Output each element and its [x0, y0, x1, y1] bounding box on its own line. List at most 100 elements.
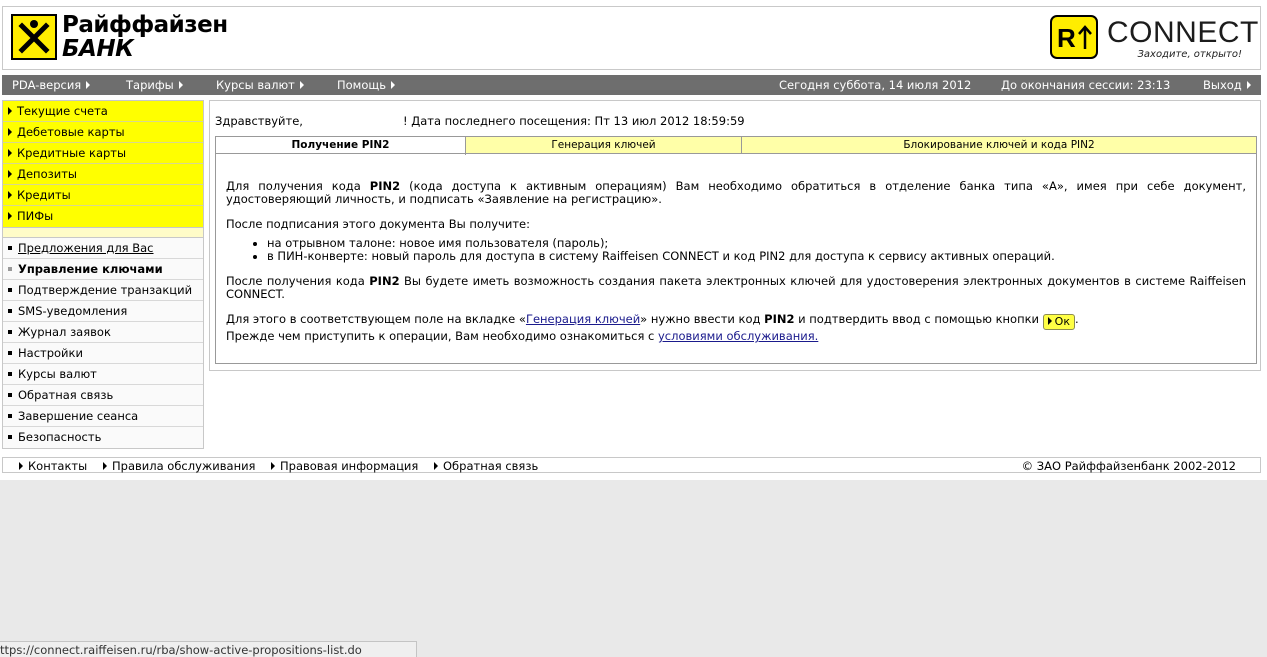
footer-link-contacts[interactable]: Контакты: [19, 459, 87, 473]
sidebar-item-label: Безопасность: [18, 430, 102, 444]
text-run: .: [1074, 312, 1079, 326]
header: Райффайзен БАНК R CONNECT Заходите, откр…: [2, 6, 1261, 70]
logout-link[interactable]: Выход: [1203, 78, 1251, 92]
sidebar-item-current-accounts[interactable]: Текущие счета: [3, 101, 203, 122]
arrow-right-icon: [1246, 81, 1251, 89]
sidebar-item-feedback[interactable]: Обратная связь: [3, 385, 203, 406]
sidebar-item-label: Дебетовые карты: [17, 125, 125, 139]
sidebar-item-label: Кредитные карты: [17, 146, 127, 160]
sidebar-item-sms-notifications[interactable]: SMS-уведомления: [3, 301, 203, 322]
raiffeisen-logo-icon[interactable]: [11, 14, 57, 60]
sidebar-item-label: Завершение сеанса: [18, 409, 139, 423]
arrow-right-icon: [434, 462, 438, 470]
bullet-icon: [8, 414, 12, 418]
r-connect-logo-icon: R: [1050, 15, 1098, 59]
bullet-icon: [8, 246, 12, 250]
bank-name-line1: Райффайзен: [62, 12, 228, 38]
nav-item-label: Курсы валют: [216, 78, 295, 92]
sidebar-item-label: Журнал заявок: [18, 325, 111, 339]
sidebar: Текущие счета Дебетовые карты Кредитные …: [2, 100, 204, 449]
sidebar-item-loans[interactable]: Кредиты: [3, 185, 203, 206]
bullet-icon: [8, 330, 12, 334]
sidebar-item-transaction-confirmation[interactable]: Подтверждение транзакций: [3, 280, 203, 301]
text-run: и подтвердить ввод с помощью кнопки: [794, 312, 1043, 326]
sidebar-item-label: Курсы валют: [18, 367, 97, 381]
greeting-text: Здравствуйте,: [215, 114, 303, 128]
arrow-right-icon: [8, 191, 12, 199]
sidebar-item-offers[interactable]: Предложения для Вас: [3, 238, 203, 259]
bullet-icon: [8, 351, 12, 355]
sidebar-item-label: Настройки: [18, 346, 83, 360]
nav-help[interactable]: Помощь: [337, 78, 396, 92]
tab-block-keys[interactable]: Блокирование ключей и кода PIN2: [741, 136, 1257, 154]
arrow-right-icon: [271, 462, 275, 470]
sidebar-item-label: Предложения для Вас: [18, 241, 154, 255]
arrow-right-icon: [1047, 317, 1052, 325]
session-timer: До окончания сессии: 23:13: [1001, 78, 1171, 92]
sidebar-item-label: Управление ключами: [18, 262, 163, 276]
greeting-line: Здравствуйте, ! Дата последнего посещения…: [215, 114, 745, 128]
arrow-right-icon: [8, 107, 12, 115]
nav-tariffs[interactable]: Тарифы: [126, 78, 183, 92]
sidebar-item-label: Подтверждение транзакций: [18, 283, 193, 297]
footer-link-label: Правовая информация: [280, 459, 419, 473]
sidebar-item-credit-cards[interactable]: Кредитные карты: [3, 143, 203, 164]
sidebar-products: Текущие счета Дебетовые карты Кредитные …: [2, 100, 204, 228]
footer: Контакты Правила обслуживания Правовая и…: [2, 457, 1261, 473]
sidebar-item-label: ПИФы: [17, 209, 54, 223]
footer-link-service-rules[interactable]: Правила обслуживания: [103, 459, 255, 473]
bullet-icon: [8, 309, 12, 313]
sidebar-item-exchange-rates[interactable]: Курсы валют: [3, 364, 203, 385]
sidebar-item-end-session[interactable]: Завершение сеанса: [3, 406, 203, 427]
sidebar-item-request-log[interactable]: Журнал заявок: [3, 322, 203, 343]
received-items-list: на отрывном талоне: новое имя пользовате…: [226, 237, 1246, 263]
arrow-right-icon: [19, 462, 23, 470]
key-generation-link[interactable]: Генерация ключей: [526, 312, 640, 326]
arrow-right-icon: [178, 81, 183, 89]
pin2-term: PIN2: [369, 179, 401, 193]
sidebar-divider: [2, 228, 204, 237]
sidebar-item-security[interactable]: Безопасность: [3, 427, 203, 448]
text-run: Прежде чем приступить к операции, Вам не…: [226, 329, 658, 343]
paragraph-after-signing: После подписания этого документа Вы полу…: [226, 217, 530, 231]
sidebar-item-label: Кредиты: [17, 188, 71, 202]
sidebar-item-debit-cards[interactable]: Дебетовые карты: [3, 122, 203, 143]
paragraph-intro: Для получения кода PIN2 (кода доступа к …: [226, 180, 1246, 206]
footer-link-feedback[interactable]: Обратная связь: [434, 459, 538, 473]
arrow-right-icon: [299, 81, 304, 89]
sidebar-item-label: SMS-уведомления: [18, 304, 128, 318]
nav-item-label: PDA-версия: [12, 78, 82, 92]
nav-exchange-rates[interactable]: Курсы валют: [216, 78, 304, 92]
nav-pda-version[interactable]: PDA-версия: [12, 78, 91, 92]
text-run: » нужно ввести код: [640, 312, 765, 326]
tab-key-generation[interactable]: Генерация ключей: [465, 136, 742, 154]
sidebar-item-key-management[interactable]: Управление ключами: [3, 259, 203, 280]
copyright: © ЗАО Райффайзенбанк 2002-2012: [1021, 459, 1236, 473]
paragraph-instructions: Для этого в соответствующем поле на вкла…: [226, 313, 1246, 343]
tab-bar: Получение PIN2 Генерация ключей Блокиров…: [215, 136, 1257, 155]
sidebar-services: Предложения для Вас Управление ключами П…: [2, 237, 204, 449]
bank-name-line2: БАНК: [62, 36, 134, 62]
last-visit-text: ! Дата последнего посещения: Пт 13 июл 2…: [402, 114, 745, 128]
bullet-icon: [8, 435, 12, 439]
sidebar-item-settings[interactable]: Настройки: [3, 343, 203, 364]
bullet-icon: [8, 267, 12, 271]
main-content: Здравствуйте, ! Дата последнего посещения…: [209, 100, 1261, 371]
arrow-right-icon: [86, 81, 91, 89]
tab-panel: Для получения кода PIN2 (кода доступа к …: [215, 153, 1257, 364]
sidebar-item-deposits[interactable]: Депозиты: [3, 164, 203, 185]
bank-name[interactable]: Райффайзен БАНК: [62, 13, 228, 61]
bullet-icon: [8, 372, 12, 376]
arrow-right-icon: [391, 81, 396, 89]
footer-link-legal-info[interactable]: Правовая информация: [271, 459, 418, 473]
bullet-icon: [8, 393, 12, 397]
sidebar-item-label: Депозиты: [17, 167, 77, 181]
current-date: Сегодня суббота, 14 июля 2012: [779, 78, 972, 92]
footer-link-label: Обратная связь: [443, 459, 539, 473]
sidebar-item-mutual-funds[interactable]: ПИФы: [3, 206, 203, 227]
text-run: Для этого в соответствующем поле на вкла…: [226, 312, 526, 326]
service-terms-link[interactable]: условиями обслуживания.: [658, 329, 818, 343]
bullet-icon: [8, 288, 12, 292]
arrow-right-icon: [8, 149, 12, 157]
footer-link-label: Правила обслуживания: [112, 459, 256, 473]
